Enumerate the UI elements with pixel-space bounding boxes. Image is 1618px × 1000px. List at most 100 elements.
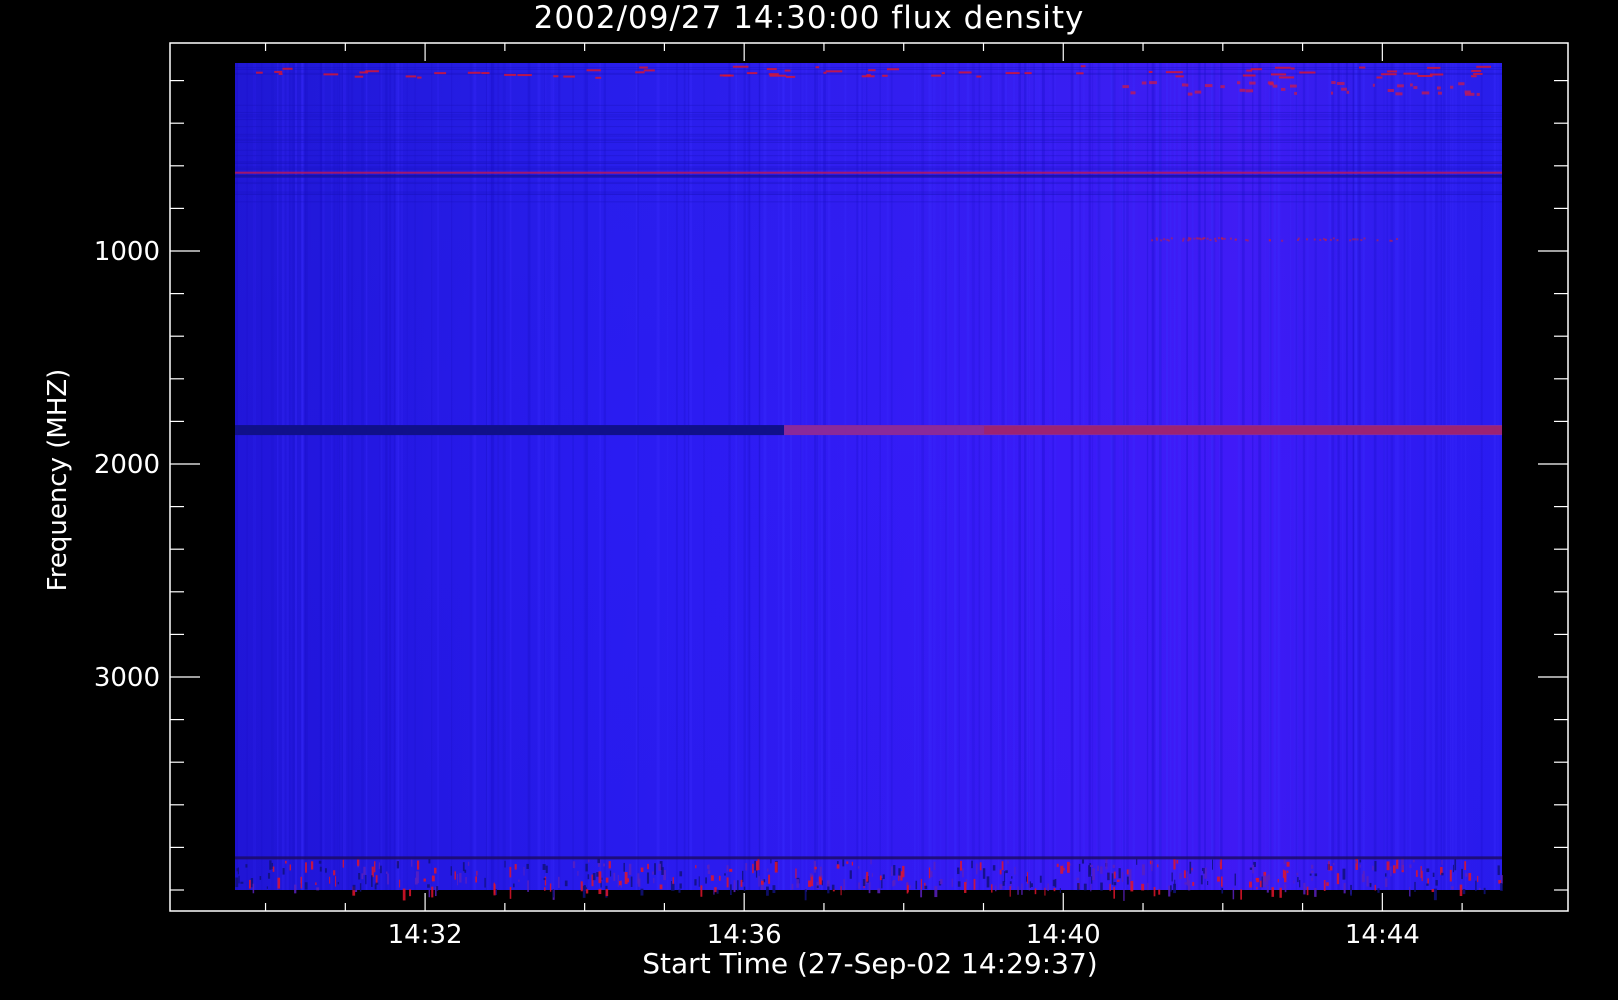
texture-streak xyxy=(473,63,477,890)
noise-bottom xyxy=(1420,866,1422,879)
noise-bottom xyxy=(1158,889,1161,895)
noise-bottom xyxy=(1310,870,1314,874)
noise-bottom xyxy=(891,866,893,876)
noise-bottom xyxy=(1044,887,1046,896)
noise-bottom xyxy=(423,878,426,882)
texture-line xyxy=(235,201,1502,203)
texture-streak xyxy=(1191,63,1194,890)
texture-streak xyxy=(1293,63,1296,890)
texture-line xyxy=(235,193,1502,195)
texture-streak xyxy=(657,63,660,890)
texture-streak xyxy=(294,63,298,890)
noise-dot xyxy=(1324,238,1327,241)
noise-bottom xyxy=(752,863,754,874)
noise-bottom xyxy=(588,859,590,863)
noise-dash xyxy=(595,76,602,79)
noise-bottom xyxy=(898,874,900,881)
texture-streak xyxy=(490,63,492,890)
noise-bottom xyxy=(1171,872,1173,882)
spectrogram-chart: 14:32 14:36 14:40 14:44 1000 2000 3000 xyxy=(94,42,1569,950)
noise-dash xyxy=(1413,86,1418,90)
noise-bottom xyxy=(1309,873,1312,876)
noise-bottom xyxy=(1021,883,1023,895)
texture-streak xyxy=(822,63,826,890)
noise-bottom xyxy=(605,888,609,897)
noise-bottom xyxy=(640,888,644,896)
noise-bottom xyxy=(1384,873,1387,877)
texture-line xyxy=(235,166,1502,168)
texture-streak xyxy=(1165,63,1169,890)
noise-bottom xyxy=(957,867,960,875)
texture-streak xyxy=(861,63,863,890)
texture-streak xyxy=(1435,63,1438,890)
noise-bottom xyxy=(238,875,240,884)
noise-bottom xyxy=(523,867,525,876)
noise-bottom xyxy=(1441,872,1444,876)
noise-bottom xyxy=(1141,883,1145,891)
texture-streak xyxy=(1220,63,1223,890)
noise-bottom xyxy=(1105,858,1108,870)
texture-streak xyxy=(1146,63,1149,890)
noise-bottom xyxy=(1284,870,1287,883)
texture-streak xyxy=(1012,63,1016,890)
texture-streak xyxy=(866,63,868,890)
texture-streak xyxy=(1041,63,1045,890)
noise-bottom xyxy=(915,880,918,890)
noise-bottom xyxy=(743,886,746,891)
noise-bottom xyxy=(598,888,602,895)
noise-bottom xyxy=(866,871,869,882)
noise-dash xyxy=(1436,86,1441,90)
noise-bottom xyxy=(1374,884,1376,891)
noise-bottom xyxy=(428,889,431,898)
noise-bottom xyxy=(1326,882,1329,886)
noise-dash xyxy=(1290,67,1295,70)
texture-streak xyxy=(1088,63,1091,890)
noise-bottom xyxy=(928,867,931,879)
noise-bottom xyxy=(795,868,797,879)
texture-line xyxy=(235,119,1502,121)
noise-dash xyxy=(1450,85,1454,89)
noise-bottom xyxy=(1299,880,1301,888)
noise-bottom xyxy=(552,889,555,898)
noise-bottom xyxy=(1277,879,1279,883)
noise-bottom xyxy=(1359,859,1362,863)
noise-dash xyxy=(1269,82,1274,86)
noise-bottom xyxy=(237,867,240,875)
texture-streak xyxy=(1049,63,1051,890)
noise-bottom xyxy=(1221,888,1224,894)
noise-dot xyxy=(1155,237,1158,240)
noise-bottom xyxy=(870,858,872,865)
texture-streak xyxy=(666,63,669,890)
band-600 xyxy=(235,171,1502,174)
texture-streak xyxy=(270,63,274,890)
noise-dash xyxy=(1387,88,1394,92)
noise-bottom xyxy=(289,864,291,871)
texture-streak xyxy=(844,63,847,890)
noise-dot xyxy=(1356,238,1359,241)
noise-bottom xyxy=(1271,887,1275,897)
noise-bottom xyxy=(411,859,413,867)
noise-bottom xyxy=(726,877,729,888)
noise-bottom xyxy=(760,880,764,885)
noise-bottom xyxy=(733,880,736,893)
noise-bottom xyxy=(871,873,873,877)
texture-line xyxy=(235,67,1502,69)
noise-bottom xyxy=(698,876,700,887)
noise-dash xyxy=(1471,69,1482,72)
texture-streak xyxy=(1373,63,1377,890)
noise-bottom xyxy=(1409,864,1412,868)
texture-streak xyxy=(703,63,705,890)
noise-bottom xyxy=(294,884,297,894)
noise-bottom xyxy=(1179,873,1183,880)
texture-streak xyxy=(1451,63,1454,890)
noise-bottom xyxy=(434,867,437,874)
noise-dash xyxy=(1421,91,1430,95)
noise-bottom xyxy=(1297,877,1299,883)
noise-bottom xyxy=(285,860,287,864)
noise-bottom xyxy=(1303,882,1306,895)
noise-bottom xyxy=(995,885,997,892)
noise-bottom xyxy=(1200,875,1203,885)
noise-bottom xyxy=(1112,864,1116,869)
texture-streak xyxy=(1036,63,1040,890)
texture-streak xyxy=(1357,63,1360,890)
